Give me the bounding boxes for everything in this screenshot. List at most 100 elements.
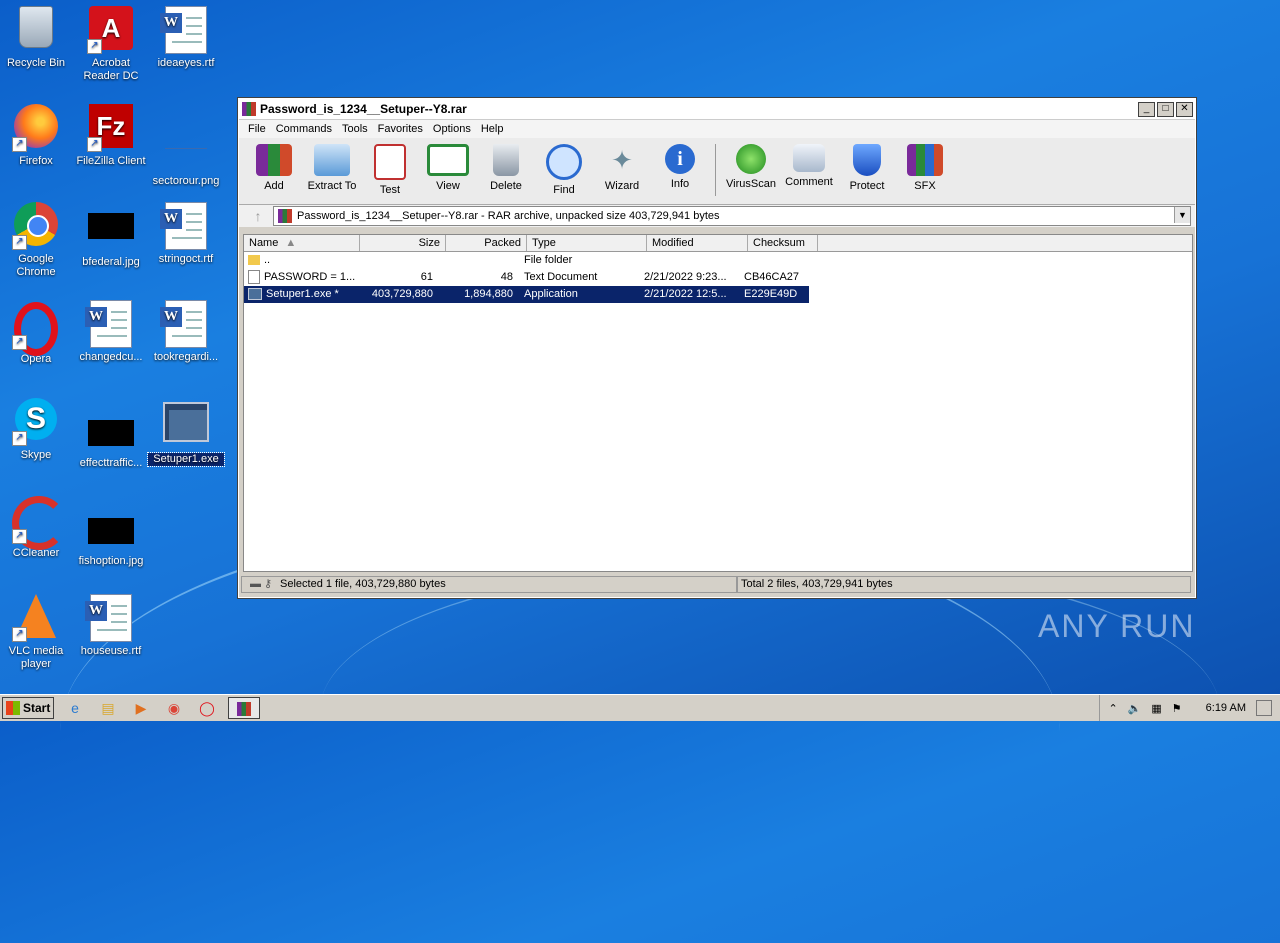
opera-icon[interactable]: ◯ xyxy=(195,698,219,718)
wizard-button[interactable]: ✦ Wizard xyxy=(593,142,651,192)
application-window-icon xyxy=(162,402,210,450)
maximize-button[interactable]: □ xyxy=(1157,101,1174,117)
info-label: Info xyxy=(670,178,690,190)
internet-explorer-icon[interactable]: e xyxy=(63,698,87,718)
desktop-icon-label: changedcu... xyxy=(79,351,143,363)
desktop-icon-bfederal[interactable]: bfederal.jpg xyxy=(73,202,149,269)
comment-label: Comment xyxy=(785,176,833,188)
winrar-window: Password_is_1234__Setuper--Y8.rar _ □ ✕ … xyxy=(237,97,1197,599)
desktop-icon-setuper1[interactable]: Setuper1.exe xyxy=(147,398,225,467)
add-button[interactable]: Add xyxy=(245,142,303,192)
add-label: Add xyxy=(264,180,284,192)
list-item[interactable]: .. File folder xyxy=(244,252,1192,269)
list-item[interactable]: Setuper1.exe * 403,729,880 1,894,880 App… xyxy=(244,286,809,303)
minimize-button[interactable]: _ xyxy=(1138,101,1155,117)
book-icon xyxy=(427,144,469,176)
application-icon xyxy=(248,288,262,301)
extract-to-label: Extract To xyxy=(307,180,357,192)
clipboard-check-icon xyxy=(374,144,406,180)
desktop-icon-label: FileZilla Client xyxy=(76,155,146,167)
folder-icon xyxy=(314,144,350,176)
protect-button[interactable]: Protect xyxy=(838,142,896,192)
drive-icon[interactable]: ▬ ⚷ xyxy=(242,577,280,592)
comment-button[interactable]: Comment xyxy=(780,142,838,188)
close-button[interactable]: ✕ xyxy=(1176,101,1193,117)
image-thumbnail xyxy=(88,420,134,446)
info-button[interactable]: i Info xyxy=(651,142,709,190)
chevron-down-icon[interactable]: ▼ xyxy=(1174,207,1190,223)
menu-help[interactable]: Help xyxy=(476,123,509,135)
chrome-icon[interactable]: ◉ xyxy=(162,698,186,718)
shield-icon xyxy=(853,144,881,176)
title-bar[interactable]: Password_is_1234__Setuper--Y8.rar _ □ ✕ xyxy=(239,99,1195,120)
desktop-icon-firefox[interactable]: ↗ Firefox xyxy=(0,104,74,168)
find-button[interactable]: Find xyxy=(535,142,593,196)
column-header-modified[interactable]: Modified xyxy=(647,235,748,251)
desktop-icon-chrome[interactable]: ↗ Google Chrome xyxy=(0,202,74,279)
desktop-icon-stringoct[interactable]: W stringoct.rtf xyxy=(148,202,224,266)
desktop-icon-label: houseuse.rtf xyxy=(80,645,142,657)
menu-file[interactable]: File xyxy=(243,123,271,135)
desktop-icon-sectorour[interactable]: sectorour.png xyxy=(148,104,224,188)
desktop-icon-fishoption[interactable]: fishoption.jpg xyxy=(73,496,149,568)
chrome-icon: ↗ xyxy=(12,202,60,250)
ccleaner-icon: ↗ xyxy=(12,496,66,550)
virus-icon xyxy=(736,144,766,174)
column-header-packed[interactable]: Packed xyxy=(446,235,527,251)
menu-options[interactable]: Options xyxy=(428,123,476,135)
column-header-checksum[interactable]: Checksum xyxy=(748,235,818,251)
virusscan-button[interactable]: VirusScan xyxy=(722,142,780,190)
column-header-type[interactable]: Type xyxy=(527,235,647,251)
desktop-icon-skype[interactable]: S ↗ Skype xyxy=(0,398,74,462)
acrobat-icon: A ↗ xyxy=(87,6,135,54)
desktop-icon-recycle-bin[interactable]: Recycle Bin xyxy=(0,6,74,70)
desktop-icon-label: tookregardi... xyxy=(153,351,219,363)
up-arrow-icon[interactable]: ↑ xyxy=(243,208,273,224)
menu-tools[interactable]: Tools xyxy=(337,123,373,135)
test-button[interactable]: Test xyxy=(361,142,419,196)
status-total: Total 2 files, 403,729,941 bytes xyxy=(737,575,1191,593)
start-button[interactable]: Start xyxy=(2,697,54,719)
desktop-icon-houseuse[interactable]: W houseuse.rtf xyxy=(73,594,149,658)
desktop-icon-label: VLC media player xyxy=(8,645,64,670)
desktop-icon-changedcu[interactable]: W changedcu... xyxy=(73,300,149,364)
sfx-button[interactable]: SFX xyxy=(896,142,954,192)
desktop-icon-ideaeyes[interactable]: W ideaeyes.rtf xyxy=(148,6,224,70)
desktop-icon-tookregardi[interactable]: W tookregardi... xyxy=(148,300,224,364)
show-desktop-button[interactable] xyxy=(1256,700,1272,716)
desktop-icon-label: Recycle Bin xyxy=(6,57,66,69)
file-explorer-icon[interactable]: ▤ xyxy=(96,698,120,718)
desktop-icon-effecttraffic[interactable]: effecttraffic... xyxy=(73,398,149,470)
flag-icon[interactable]: ⚑ xyxy=(1172,702,1182,715)
delete-button[interactable]: Delete xyxy=(477,142,535,192)
volume-icon[interactable]: 🔈 xyxy=(1128,702,1142,715)
word-document-icon: W xyxy=(160,6,210,54)
media-player-icon[interactable]: ▶ xyxy=(129,698,153,718)
menu-favorites[interactable]: Favorites xyxy=(373,123,428,135)
view-button[interactable]: View xyxy=(419,142,477,192)
desktop-icon-label: sectorour.png xyxy=(152,175,220,187)
desktop-icon-filezilla[interactable]: Fz ↗ FileZilla Client xyxy=(73,104,149,168)
desktop-icon-ccleaner[interactable]: ↗ CCleaner xyxy=(0,496,74,560)
address-bar[interactable]: Password_is_1234__Setuper--Y8.rar - RAR … xyxy=(273,206,1191,226)
address-row: ↑ Password_is_1234__Setuper--Y8.rar - RA… xyxy=(239,205,1195,227)
window-title: Password_is_1234__Setuper--Y8.rar xyxy=(260,102,467,116)
word-document-icon: W xyxy=(160,300,210,348)
file-list: Name ▲ Size Packed Type Modified Checksu… xyxy=(243,234,1193,572)
chevron-up-icon[interactable]: ⌃ xyxy=(1108,702,1117,715)
extract-to-button[interactable]: Extract To xyxy=(303,142,361,192)
delete-label: Delete xyxy=(490,180,522,192)
clock[interactable]: 6:19 AM xyxy=(1206,702,1246,714)
column-header-size[interactable]: Size xyxy=(360,235,446,251)
winrar-taskbar-icon[interactable] xyxy=(228,697,260,719)
column-header-name[interactable]: Name ▲ xyxy=(244,235,360,251)
desktop-icon-label: ideaeyes.rtf xyxy=(157,57,215,69)
desktop-icon-acrobat[interactable]: A ↗ Acrobat Reader DC xyxy=(73,6,149,83)
desktop-icon-opera[interactable]: ↗ Opera xyxy=(0,300,74,366)
list-item[interactable]: PASSWORD = 1... 61 48 Text Document 2/21… xyxy=(244,269,1192,286)
shortcut-arrow-icon: ↗ xyxy=(12,627,27,642)
network-icon[interactable]: ▦ xyxy=(1151,702,1161,715)
desktop-icon-vlc[interactable]: ↗ VLC media player xyxy=(0,594,74,671)
info-icon: i xyxy=(665,144,695,174)
menu-commands[interactable]: Commands xyxy=(271,123,337,135)
